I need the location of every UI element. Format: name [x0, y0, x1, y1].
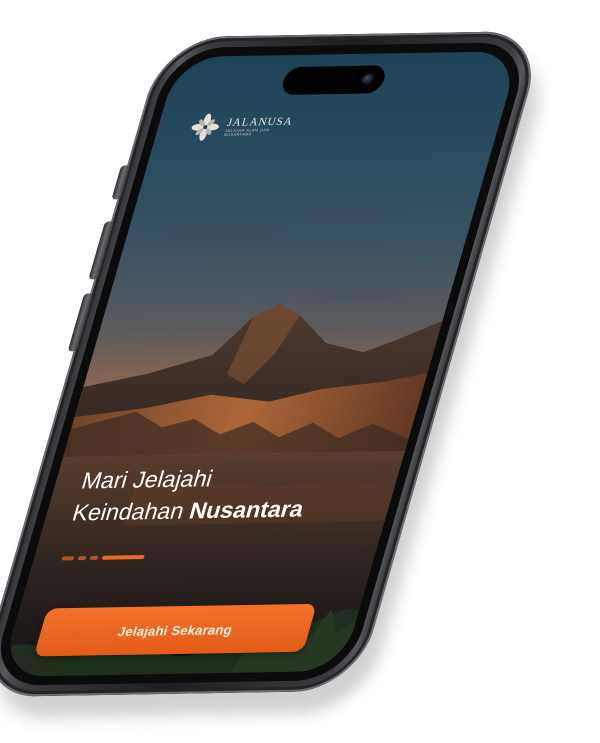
hero-line-2-bold: Nusantara — [186, 495, 307, 524]
pager-dot-active[interactable] — [101, 555, 145, 560]
pager-dot[interactable] — [77, 556, 87, 561]
dynamic-island — [279, 65, 389, 96]
explore-now-button[interactable]: Jelajahi Sekarang — [33, 603, 317, 657]
pager-dot[interactable] — [61, 556, 75, 561]
action-button — [111, 165, 131, 200]
pager-dot[interactable] — [89, 555, 99, 560]
phone-device: JALANUSA JELAJAH ALAM DAN NUSANTARA Mari… — [0, 30, 554, 720]
hero-headline: Mari Jelajahi Keindahan Nusantara — [69, 461, 318, 529]
phone-frame: JALANUSA JELAJAH ALAM DAN NUSANTARA Mari… — [0, 30, 547, 698]
hero-line-2-light: Keindahan — [69, 497, 194, 526]
brand-text: JALANUSA JELAJAH ALAM DAN NUSANTARA — [223, 115, 294, 137]
app-screen: JALANUSA JELAJAH ALAM DAN NUSANTARA Mari… — [0, 51, 521, 677]
brand-tagline: JELAJAH ALAM DAN NUSANTARA — [223, 127, 271, 137]
hero-line-1: Mari Jelajahi — [78, 465, 216, 494]
hero-line-2: Keindahan Nusantara — [69, 492, 308, 528]
brand-name: JALANUSA — [225, 115, 295, 129]
front-camera-icon — [360, 73, 376, 86]
brand-logo: JALANUSA JELAJAH ALAM DAN NUSANTARA — [186, 111, 296, 143]
mockup-stage: JALANUSA JELAJAH ALAM DAN NUSANTARA Mari… — [0, 0, 600, 743]
